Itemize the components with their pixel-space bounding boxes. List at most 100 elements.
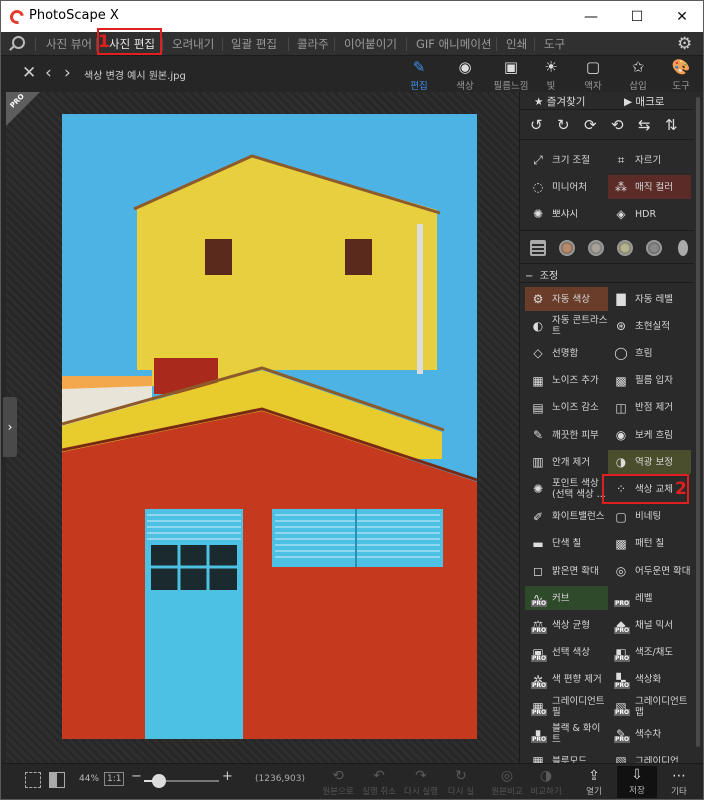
action-open[interactable]: ⇪ 열기: [574, 767, 614, 797]
action-redo[interactable]: ↷ 다시 실행: [401, 767, 441, 797]
adjust-blur[interactable]: ◯ 흐림: [608, 341, 691, 365]
menu-combine[interactable]: 이어붙이기: [344, 36, 397, 52]
menu-print[interactable]: 인쇄: [506, 36, 527, 52]
warm-filter-icon[interactable]: [559, 240, 575, 256]
adjust-label: 레벨: [635, 592, 653, 604]
adjust-auto-color[interactable]: ⚙ 자동 색상: [525, 287, 608, 311]
list-icon[interactable]: [530, 240, 546, 256]
adjust-color-balance[interactable]: ⚖ PRO 색상 균형: [525, 613, 608, 637]
adjust-highlight-expand[interactable]: ◻ 밝은면 확대: [525, 559, 608, 583]
tool-resize[interactable]: ⤢ 크기 조절: [525, 148, 608, 172]
adjust-gradient-fill[interactable]: ▦ PRO 그레이디언트 필: [525, 695, 608, 719]
adjust-sharpen[interactable]: ◇ 선명함: [525, 341, 608, 365]
flip-horizontal-icon[interactable]: ⇆: [638, 116, 651, 134]
adjust-curves[interactable]: ∿ PRO 커브: [525, 586, 608, 611]
compare-split-icon[interactable]: [49, 772, 65, 788]
tab-light[interactable]: ☀ 빛: [529, 58, 573, 92]
tab-color[interactable]: ◉ 색상: [443, 58, 487, 92]
adjust-selective-color[interactable]: ▣ PRO 선택 색상: [525, 641, 608, 665]
tab-film[interactable]: ▣ 필름느낌: [489, 58, 533, 92]
close-editor-icon[interactable]: ✕: [22, 63, 36, 83]
zoom-in-button[interactable]: +: [222, 769, 233, 784]
adjust-surreal[interactable]: ⊛ 초현실적: [608, 314, 691, 338]
fit-1to1-button[interactable]: 1:1: [104, 772, 125, 786]
expand-sidebar-button[interactable]: ›: [3, 397, 17, 457]
tool-bloom[interactable]: ✺ 뽀샤시: [525, 202, 608, 226]
zoom-slider-thumb[interactable]: [152, 774, 166, 788]
rotate-left-icon[interactable]: ↺: [530, 116, 543, 134]
minimize-button[interactable]: —: [571, 5, 611, 29]
close-button[interactable]: ✕: [662, 5, 702, 29]
adjust-fill[interactable]: ▬ 단색 칠: [525, 532, 608, 556]
tab-tools[interactable]: 🎨 도구: [659, 58, 703, 92]
tab-insert[interactable]: ✩ 삽입: [616, 58, 660, 92]
search-icon[interactable]: [12, 36, 25, 49]
adjust-black-white[interactable]: ▮ PRO 블랙 & 화이트: [525, 722, 608, 746]
adjust-point-color[interactable]: ✺ 포인트 색상 (선택 색상 ...: [525, 477, 608, 501]
adjust-backlight[interactable]: ◑ 역광 보정: [608, 450, 691, 475]
action-more[interactable]: ⋯ 기타: [659, 767, 699, 797]
flip-vertical-icon[interactable]: ⇅: [665, 116, 678, 134]
adjust-noise-add[interactable]: ▦ 노이즈 추가: [525, 369, 608, 393]
scrollbar-thumb[interactable]: [696, 97, 700, 747]
maximize-button[interactable]: ☐: [617, 5, 657, 29]
adjust-pattern[interactable]: ▩ 패턴 칠: [608, 532, 691, 556]
drop-icon[interactable]: [678, 240, 688, 256]
action-undo[interactable]: ↶ 실행 취소: [359, 767, 399, 797]
favorites-tab[interactable]: ★ 즐겨찾기: [534, 94, 585, 109]
menu-cut-out[interactable]: 오려내기: [172, 36, 214, 52]
tool-crop[interactable]: ⌗ 자르기: [608, 148, 691, 172]
rotate-free-icon[interactable]: ⟳: [584, 116, 597, 134]
tab-frame[interactable]: ▢ 액자: [571, 58, 615, 92]
adjust-channel-mixer[interactable]: ◆ PRO 채널 믹서: [608, 613, 691, 637]
action-compare[interactable]: ◎ 원본비교: [487, 767, 527, 797]
action-save[interactable]: ⇩ 저장: [617, 766, 657, 798]
adjust-skin[interactable]: ✎ 깨끗한 피부: [525, 423, 608, 447]
adjust-chromatic[interactable]: ✎ PRO 색수차: [608, 722, 691, 746]
menu-batch[interactable]: 일괄 편집: [231, 36, 277, 52]
adjust-gradient-map[interactable]: ▧ PRO 그레이디언트 맵: [608, 695, 691, 719]
zoom-out-button[interactable]: −: [131, 769, 142, 784]
adjust-colorize[interactable]: ▚ PRO 색상화: [608, 668, 691, 692]
adjust-white-balance[interactable]: ✐ 화이트밸런스: [525, 505, 608, 529]
adjust-contrast[interactable]: ◐ 자동 콘트라스트: [525, 314, 608, 338]
neutral-filter-icon[interactable]: [588, 240, 604, 256]
adjust-section-header[interactable]: − 조정: [525, 267, 558, 282]
action-undo-all[interactable]: ⟲ 원본으로: [318, 767, 358, 797]
tab-edit[interactable]: ✎ 편집: [397, 58, 441, 92]
tool-miniature[interactable]: ◌ 미니어처: [525, 175, 608, 199]
cool-filter-icon[interactable]: [617, 240, 633, 256]
panel-scrollbar[interactable]: [695, 92, 701, 763]
tool-hdr[interactable]: ◈ HDR: [608, 202, 691, 226]
adjust-bokeh[interactable]: ◉ 보케 흐림: [608, 423, 691, 447]
adjust-gradient[interactable]: ▧PRO 그레이디언: [608, 749, 691, 763]
settings-gear-icon[interactable]: ⚙: [677, 34, 692, 54]
menu-collage[interactable]: 콜라주: [297, 36, 329, 52]
adjust-vignette[interactable]: ▢ 비네팅: [608, 505, 691, 529]
adjust-noise-reduce[interactable]: ▤ 노이즈 감소: [525, 396, 608, 420]
prev-photo-icon[interactable]: ‹: [45, 63, 52, 83]
zoom-slider[interactable]: [144, 774, 219, 788]
crop-icon: ⌗: [617, 152, 625, 167]
adjust-levels[interactable]: ▁ PRO 레벨: [608, 586, 691, 610]
menu-photo-viewer[interactable]: 사진 뷰어: [46, 36, 92, 52]
adjust-film-grain[interactable]: ▩ 필름 입자: [608, 369, 691, 393]
next-photo-icon[interactable]: ›: [64, 63, 71, 83]
adjust-color-cast[interactable]: ✲ PRO 색 편향 제거: [525, 668, 608, 692]
straighten-icon[interactable]: ⟲: [611, 116, 624, 134]
adjust-shadow-expand[interactable]: ◎ 어두운면 확대: [608, 559, 691, 583]
adjust-spot-remove[interactable]: ◫ 반점 제거: [608, 396, 691, 420]
select-area-icon[interactable]: [25, 772, 41, 788]
menu-gif[interactable]: GIF 애니메이션: [416, 36, 491, 52]
action-compare2[interactable]: ◑ 비교하기: [526, 767, 566, 797]
half-tone-icon[interactable]: [646, 240, 662, 256]
adjust-dehaze[interactable]: ▥ 안개 제거: [525, 450, 608, 474]
action-repeat[interactable]: ↻ 다시 실: [441, 767, 481, 797]
adjust-auto-level[interactable]: ▇ 자동 레벨: [608, 287, 691, 311]
adjust-hue-saturation[interactable]: ◧ PRO 색조/채도: [608, 641, 691, 665]
macro-tab[interactable]: ▶ 매크로: [624, 94, 664, 109]
adjust-blur-mode[interactable]: ▦PRO 블루모드: [525, 749, 608, 763]
rotate-right-icon[interactable]: ↻: [557, 116, 570, 134]
menu-tools[interactable]: 도구: [544, 36, 565, 52]
tool-magic-color[interactable]: ⁂ 매직 컬러: [608, 175, 691, 199]
